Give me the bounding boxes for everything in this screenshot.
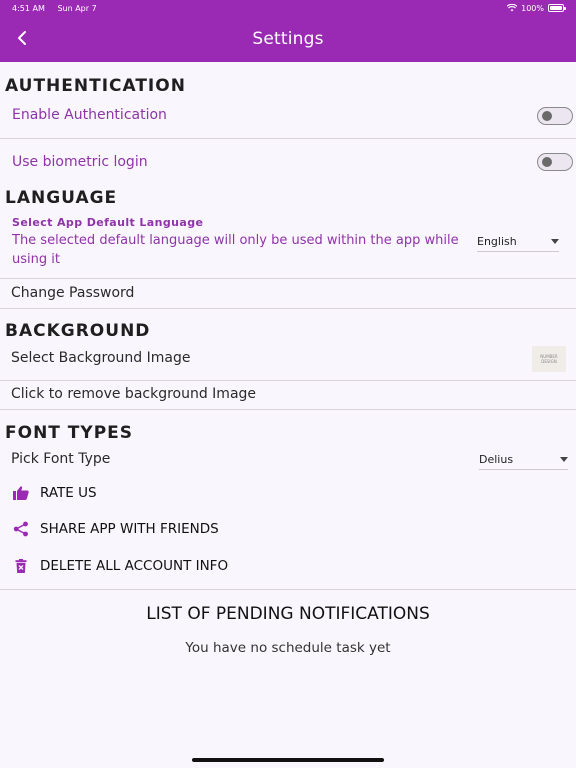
- change-password-button[interactable]: Change Password: [11, 285, 134, 301]
- thumbs-up-icon: [12, 484, 30, 502]
- status-left: 4:51 AM Sun Apr 7: [12, 4, 107, 13]
- page-title: Settings: [252, 29, 324, 49]
- enable-authentication-toggle[interactable]: [537, 107, 573, 125]
- divider: [0, 308, 576, 309]
- language-description: The selected default language will only …: [12, 233, 459, 267]
- share-icon: [12, 520, 30, 538]
- home-indicator[interactable]: [192, 758, 384, 762]
- font-types-heading: FONT TYPES: [5, 423, 134, 443]
- language-subtitle: Select App Default Language: [12, 216, 204, 229]
- app-bar: Settings: [0, 16, 576, 62]
- battery-icon: [548, 4, 566, 12]
- select-background-button[interactable]: Select Background Image: [11, 350, 190, 366]
- chevron-left-icon: [18, 31, 26, 45]
- font-selected: Delius: [479, 453, 514, 466]
- dropdown-caret-icon: [560, 457, 568, 462]
- back-button[interactable]: [12, 26, 32, 50]
- background-heading: BACKGROUND: [5, 321, 151, 341]
- language-heading: LANGUAGE: [5, 188, 118, 208]
- font-dropdown[interactable]: Delius: [479, 450, 568, 470]
- divider: [0, 589, 576, 590]
- divider: [0, 409, 576, 410]
- battery-percent: 100%: [521, 3, 544, 13]
- status-right: 100%: [507, 3, 566, 13]
- status-bar: 4:51 AM Sun Apr 7 100%: [0, 0, 576, 16]
- authentication-heading: AUTHENTICATION: [5, 76, 186, 96]
- divider: [0, 278, 576, 279]
- language-dropdown[interactable]: English: [477, 232, 559, 252]
- pending-notifications-title: LIST OF PENDING NOTIFICATIONS: [146, 604, 430, 624]
- biometric-login-toggle[interactable]: [537, 153, 573, 171]
- status-date: Sun Apr 7: [57, 3, 97, 13]
- remove-background-button[interactable]: Click to remove background Image: [11, 386, 256, 402]
- divider: [0, 380, 576, 381]
- status-time: 4:51 AM: [12, 3, 45, 13]
- delete-account-button[interactable]: DELETE ALL ACCOUNT INFO: [12, 557, 228, 575]
- pick-font-label: Pick Font Type: [11, 451, 111, 467]
- language-selected: English: [477, 235, 517, 248]
- share-app-button[interactable]: SHARE APP WITH FRIENDS: [12, 520, 219, 538]
- background-thumbnail-text: NUMBER DESIGN: [540, 354, 558, 364]
- rate-us-button[interactable]: RATE US: [12, 484, 97, 502]
- biometric-login-label: Use biometric login: [12, 154, 148, 170]
- no-notifications-text: You have no schedule task yet: [185, 640, 391, 656]
- delete-icon: [12, 557, 30, 575]
- dropdown-caret-icon: [551, 239, 559, 244]
- background-thumbnail[interactable]: NUMBER DESIGN: [532, 346, 566, 372]
- wifi-icon: [507, 4, 518, 12]
- share-app-label: SHARE APP WITH FRIENDS: [40, 521, 219, 537]
- enable-authentication-label: Enable Authentication: [12, 107, 167, 123]
- delete-account-label: DELETE ALL ACCOUNT INFO: [40, 558, 229, 574]
- rate-us-label: RATE US: [40, 485, 97, 501]
- divider: [0, 138, 576, 139]
